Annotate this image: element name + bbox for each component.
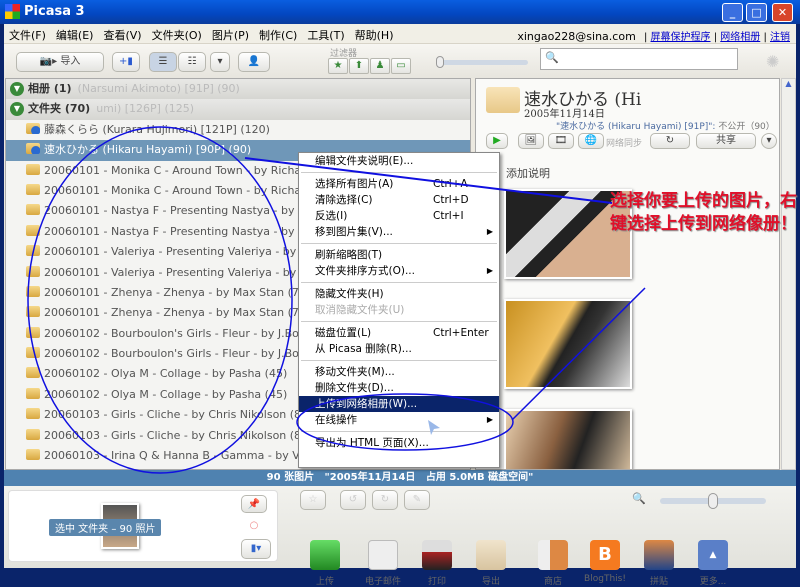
annotation-line — [511, 287, 646, 421]
annotation-overlay — [27, 126, 646, 474]
more-label: 更多... — [699, 577, 727, 587]
print-label: 打印 — [427, 577, 446, 587]
collage-label: 拼贴 — [649, 577, 668, 587]
upload-label: 上传 — [315, 577, 334, 587]
email-label: 电子邮件 — [364, 577, 401, 587]
annotation-ellipse-folders — [27, 126, 293, 474]
export-label: 导出 — [481, 577, 500, 587]
blogthis-label: BlogThis! — [584, 574, 626, 584]
annotation-line — [244, 157, 613, 204]
annotation-text: 选择你要上传的图片，右键选择上传到网络像册！ — [610, 191, 797, 234]
mouse-cursor-icon — [428, 420, 440, 435]
shop-label: 商店 — [543, 577, 562, 587]
annotation-ellipse-upload — [296, 393, 514, 451]
